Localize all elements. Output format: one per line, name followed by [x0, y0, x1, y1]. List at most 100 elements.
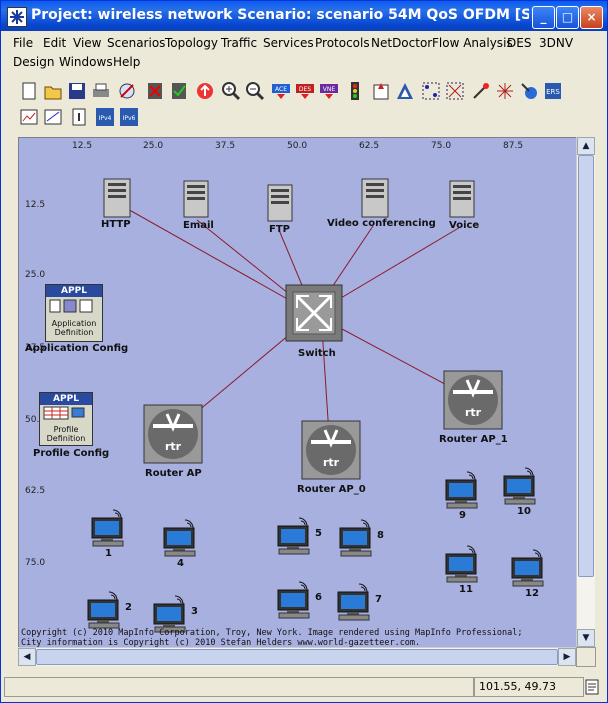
appl-badge: APPL — [46, 285, 102, 297]
router-icon[interactable]: rtr — [443, 370, 503, 430]
results-browser-icon[interactable] — [19, 107, 39, 127]
workstation-icon — [511, 549, 544, 587]
print-icon[interactable] — [91, 81, 111, 101]
workstation-label: 1 — [105, 548, 112, 559]
info-icon[interactable] — [69, 107, 89, 127]
workstation-label: 4 — [177, 558, 184, 569]
save-icon[interactable] — [67, 81, 87, 101]
application-config-label: Application Config — [25, 343, 129, 354]
ipv6-icon[interactable]: IPv6 — [119, 107, 139, 127]
status-message — [4, 677, 474, 697]
graph-results-icon[interactable] — [43, 107, 63, 127]
workstation-node[interactable]: 5 — [275, 516, 322, 564]
server-label: Video conferencing — [327, 218, 436, 229]
menu-windows[interactable]: Windows — [59, 55, 113, 69]
menu-netdoctor[interactable]: NetDoctor — [371, 36, 432, 50]
fail-node-icon[interactable] — [145, 81, 165, 101]
zoom-in-icon[interactable] — [221, 81, 241, 101]
server-icon[interactable] — [103, 178, 131, 218]
workstation-label: 3 — [191, 606, 198, 617]
menu-traffic[interactable]: Traffic — [221, 36, 257, 50]
router-icon[interactable]: rtr — [301, 420, 361, 480]
des-tool-label: DES — [299, 86, 311, 93]
topology-workspace[interactable]: 12.5 25.0 37.5 50.0 62.5 75.0 87.5 12.5 … — [18, 137, 578, 649]
workstation-node[interactable]: 9 — [443, 470, 483, 521]
maximize-button[interactable]: □ — [556, 6, 579, 29]
wizard-icon[interactable] — [519, 81, 539, 101]
open-folder-icon[interactable] — [43, 81, 63, 101]
ipv4-icon[interactable]: IPv4 — [95, 107, 115, 127]
server-icon[interactable] — [361, 178, 389, 218]
workstation-label: 12 — [525, 588, 539, 599]
ace-tool-label: ACE — [275, 86, 287, 93]
workstation-node[interactable]: 7 — [335, 582, 382, 630]
traffic-light-icon[interactable] — [345, 81, 365, 101]
des-tool-icon[interactable]: DES — [295, 81, 315, 101]
workstation-node[interactable]: 8 — [337, 518, 384, 566]
server-icon[interactable] — [449, 180, 475, 218]
new-icon[interactable] — [19, 81, 39, 101]
workstation-node[interactable]: 1 — [89, 508, 129, 559]
workstation-label: 7 — [375, 594, 382, 605]
status-page-icon[interactable] — [584, 679, 600, 695]
copyright-line-1: Copyright (c) 2010 MapInfo Corporation, … — [21, 628, 523, 638]
workstation-node[interactable]: 11 — [443, 544, 483, 595]
router-icon[interactable]: rtr — [143, 404, 203, 464]
workstation-icon — [163, 519, 196, 557]
application-config-node[interactable]: APPL Application Definition — [45, 284, 103, 342]
ers-icon[interactable]: ERS — [543, 81, 563, 101]
menu-flow-analysis[interactable]: Flow Analysis — [432, 36, 513, 50]
workstation-node[interactable]: 6 — [275, 580, 322, 628]
close-button[interactable]: × — [580, 6, 603, 29]
server-icon[interactable] — [267, 184, 293, 222]
server-icon[interactable] — [183, 180, 209, 218]
vertical-scrollbar[interactable]: ▲ ▼ — [576, 137, 595, 647]
router-icon-text: rtr — [323, 456, 340, 469]
minimize-button[interactable]: _ — [532, 6, 555, 29]
return-to-parent-icon[interactable] — [195, 81, 215, 101]
horizontal-scrollbar[interactable]: ◀ ▶ — [18, 647, 576, 666]
menu-services[interactable]: Services — [263, 36, 314, 50]
scroll-right-arrow-icon[interactable]: ▶ — [558, 648, 576, 666]
profile-config-node[interactable]: APPL Profile Definition — [39, 392, 93, 446]
workstation-icon — [91, 509, 124, 547]
ace-tool-icon[interactable]: ACE — [271, 81, 291, 101]
menu-view[interactable]: View — [73, 36, 101, 50]
menu-topology[interactable]: Topology — [165, 36, 218, 50]
menu-help[interactable]: Help — [113, 55, 140, 69]
menu-design[interactable]: Design — [13, 55, 54, 69]
topology-grid-icon[interactable] — [421, 81, 441, 101]
workstation-icon — [445, 545, 478, 583]
router-label: Router AP — [145, 468, 202, 479]
vertical-scroll-thumb[interactable] — [578, 155, 594, 577]
workstation-node[interactable]: 10 — [501, 466, 541, 517]
recover-node-icon[interactable] — [169, 81, 189, 101]
menu-scenarios[interactable]: Scenarios — [107, 36, 165, 50]
workstation-node[interactable]: 4 — [161, 518, 201, 569]
menu-3dnv[interactable]: 3DNV — [539, 36, 573, 50]
netdoctor-icon[interactable] — [395, 81, 415, 101]
menu-edit[interactable]: Edit — [43, 36, 66, 50]
tool-arrow-icon[interactable] — [471, 81, 491, 101]
failure-impact-icon[interactable] — [371, 81, 391, 101]
scroll-down-arrow-icon[interactable]: ▼ — [577, 629, 595, 647]
mesh-tool-icon[interactable] — [495, 81, 515, 101]
scroll-left-arrow-icon[interactable]: ◀ — [18, 648, 36, 666]
corner-zoom-icon[interactable] — [576, 647, 596, 667]
topology-select-icon[interactable] — [445, 81, 465, 101]
workstation-node[interactable]: 12 — [509, 548, 549, 599]
scroll-up-arrow-icon[interactable]: ▲ — [577, 137, 595, 155]
zoom-out-icon[interactable] — [245, 81, 265, 101]
menu-des[interactable]: DES — [507, 36, 531, 50]
profile-config-label: Profile Config — [33, 448, 110, 459]
horizontal-scroll-thumb[interactable] — [36, 649, 558, 665]
window-title: Project: wireless network Scenario: scen… — [31, 7, 529, 23]
menu-file[interactable]: File — [13, 36, 33, 50]
workstation-label: 10 — [517, 506, 531, 517]
title-bar[interactable]: Project: wireless network Scenario: scen… — [1, 1, 607, 31]
switch-icon[interactable] — [285, 284, 343, 342]
menu-protocols[interactable]: Protocols — [315, 36, 370, 50]
network-wizard-icon[interactable] — [117, 81, 137, 101]
vne-tool-icon[interactable]: VNE — [319, 81, 339, 101]
router-label: Router AP_0 — [297, 484, 366, 495]
